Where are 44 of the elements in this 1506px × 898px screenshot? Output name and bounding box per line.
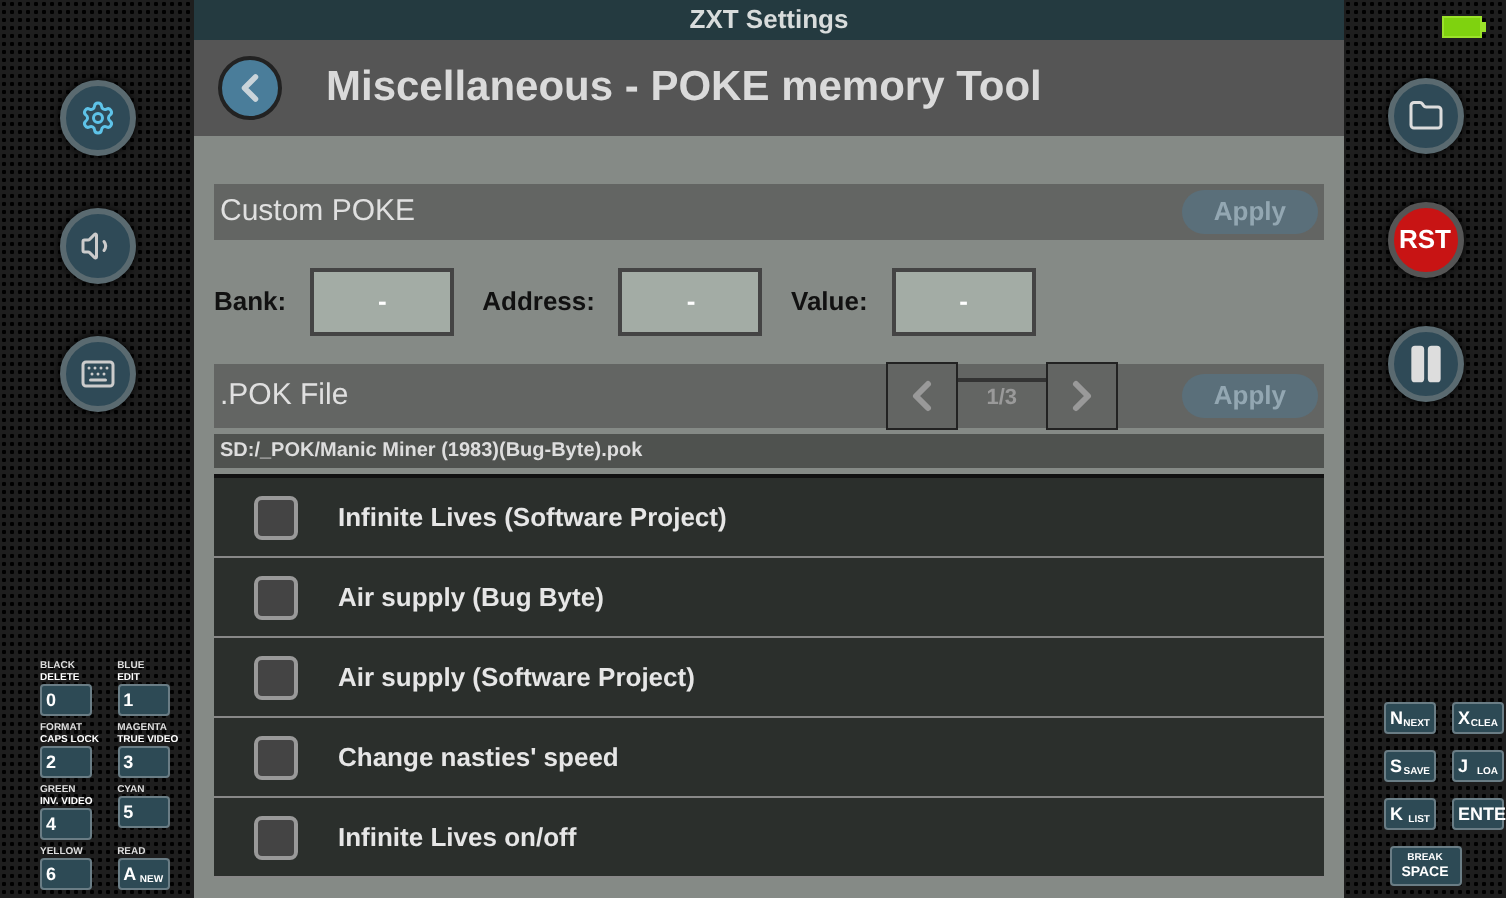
battery-icon (1442, 16, 1486, 38)
checkbox[interactable] (254, 655, 298, 699)
page-title: Miscellaneous - POKE memory Tool (326, 62, 1042, 115)
list-item-label: Infinite Lives on/off (338, 819, 577, 856)
keyboard-key[interactable]: 6 (40, 858, 92, 890)
settings-button[interactable] (59, 80, 135, 156)
next-page-button[interactable] (1045, 362, 1118, 430)
keyboard-key[interactable]: 5 (117, 796, 170, 828)
keyboard-icon (79, 356, 115, 392)
sound-button[interactable] (59, 208, 135, 284)
keyboard-key[interactable]: 1 (117, 684, 170, 716)
field-label: Value: (790, 284, 868, 321)
list-item-label: Air supply (Bug Byte) (338, 579, 604, 616)
window-title: ZXT Settings (689, 2, 849, 39)
settings-icon (79, 100, 115, 136)
folder-icon (1407, 98, 1443, 134)
keyboard-key[interactable]: 3 (117, 746, 170, 778)
section-title: .POK File (220, 375, 349, 416)
folder-button[interactable] (1387, 78, 1463, 154)
checkbox[interactable] (254, 735, 298, 779)
checkbox[interactable] (254, 815, 298, 859)
file-path: SD:/_POK/Manic Miner (1983)(Bug-Byte).pok (214, 434, 1324, 468)
list-item-label: Change nasties' speed (338, 739, 619, 776)
checkbox[interactable] (254, 495, 298, 539)
field-label: Address: (482, 284, 595, 321)
keyboard-key[interactable]: 2 (40, 746, 92, 778)
back-button[interactable] (218, 56, 282, 120)
keyboard-button[interactable] (59, 336, 135, 412)
keyboard-key[interactable]: 0 (40, 684, 92, 716)
field-label: Bank: (214, 284, 287, 321)
list-item[interactable]: Infinite Lives (Software Project) (214, 478, 1324, 558)
section-title: Custom POKE (220, 191, 416, 232)
keyboard-key[interactable]: ENTE (1452, 798, 1504, 830)
reset-button[interactable]: RST (1387, 202, 1463, 278)
keyboard-key[interactable]: 4 (40, 808, 92, 840)
list-item[interactable]: Air supply (Bug Byte) (214, 558, 1324, 638)
list-item[interactable]: Infinite Lives on/off (214, 798, 1324, 878)
list-item[interactable]: Air supply (Software Project) (214, 638, 1324, 718)
pause-button[interactable] (1387, 326, 1463, 402)
previous-page-button[interactable] (885, 362, 958, 430)
checkbox[interactable] (254, 575, 298, 619)
list-item-label: Infinite Lives (Software Project) (338, 499, 727, 536)
list-item-label: Air supply (Software Project) (338, 659, 695, 696)
list-item[interactable]: Change nasties' speed (214, 718, 1324, 798)
